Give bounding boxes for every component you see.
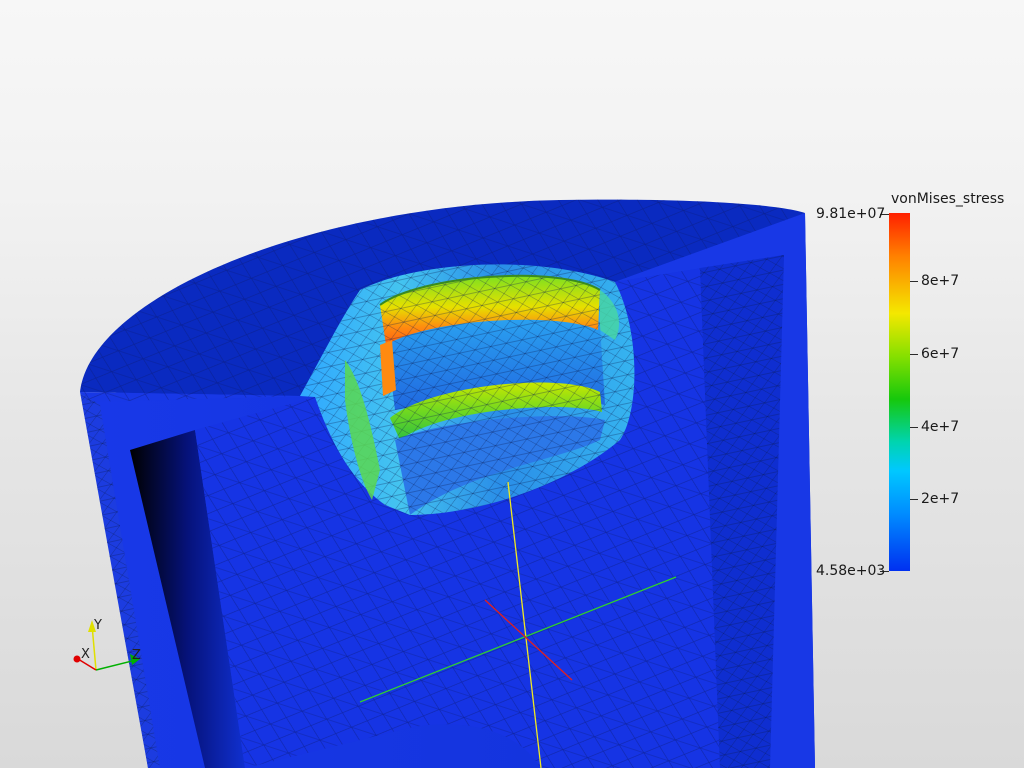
legend-tick xyxy=(910,499,918,500)
axis-y-label: Y xyxy=(94,618,102,633)
legend-tick-label: 6e+7 xyxy=(921,346,960,362)
render-viewport[interactable] xyxy=(0,0,1024,768)
legend-tick xyxy=(910,281,918,282)
legend-max-label: 9.81e+07 xyxy=(816,206,886,222)
legend-tick-label: 8e+7 xyxy=(921,273,960,289)
axis-z-label: Z xyxy=(132,648,141,663)
axis-x-label: X xyxy=(81,647,90,662)
legend-tick-label: 2e+7 xyxy=(921,491,960,507)
legend-color-bar xyxy=(889,213,910,571)
legend-min-label: 4.58e+03 xyxy=(816,563,886,579)
legend-tick xyxy=(910,354,918,355)
legend-tick xyxy=(910,427,918,428)
legend-tick-label: 4e+7 xyxy=(921,419,960,435)
legend-title: vonMises_stress xyxy=(891,191,1005,207)
